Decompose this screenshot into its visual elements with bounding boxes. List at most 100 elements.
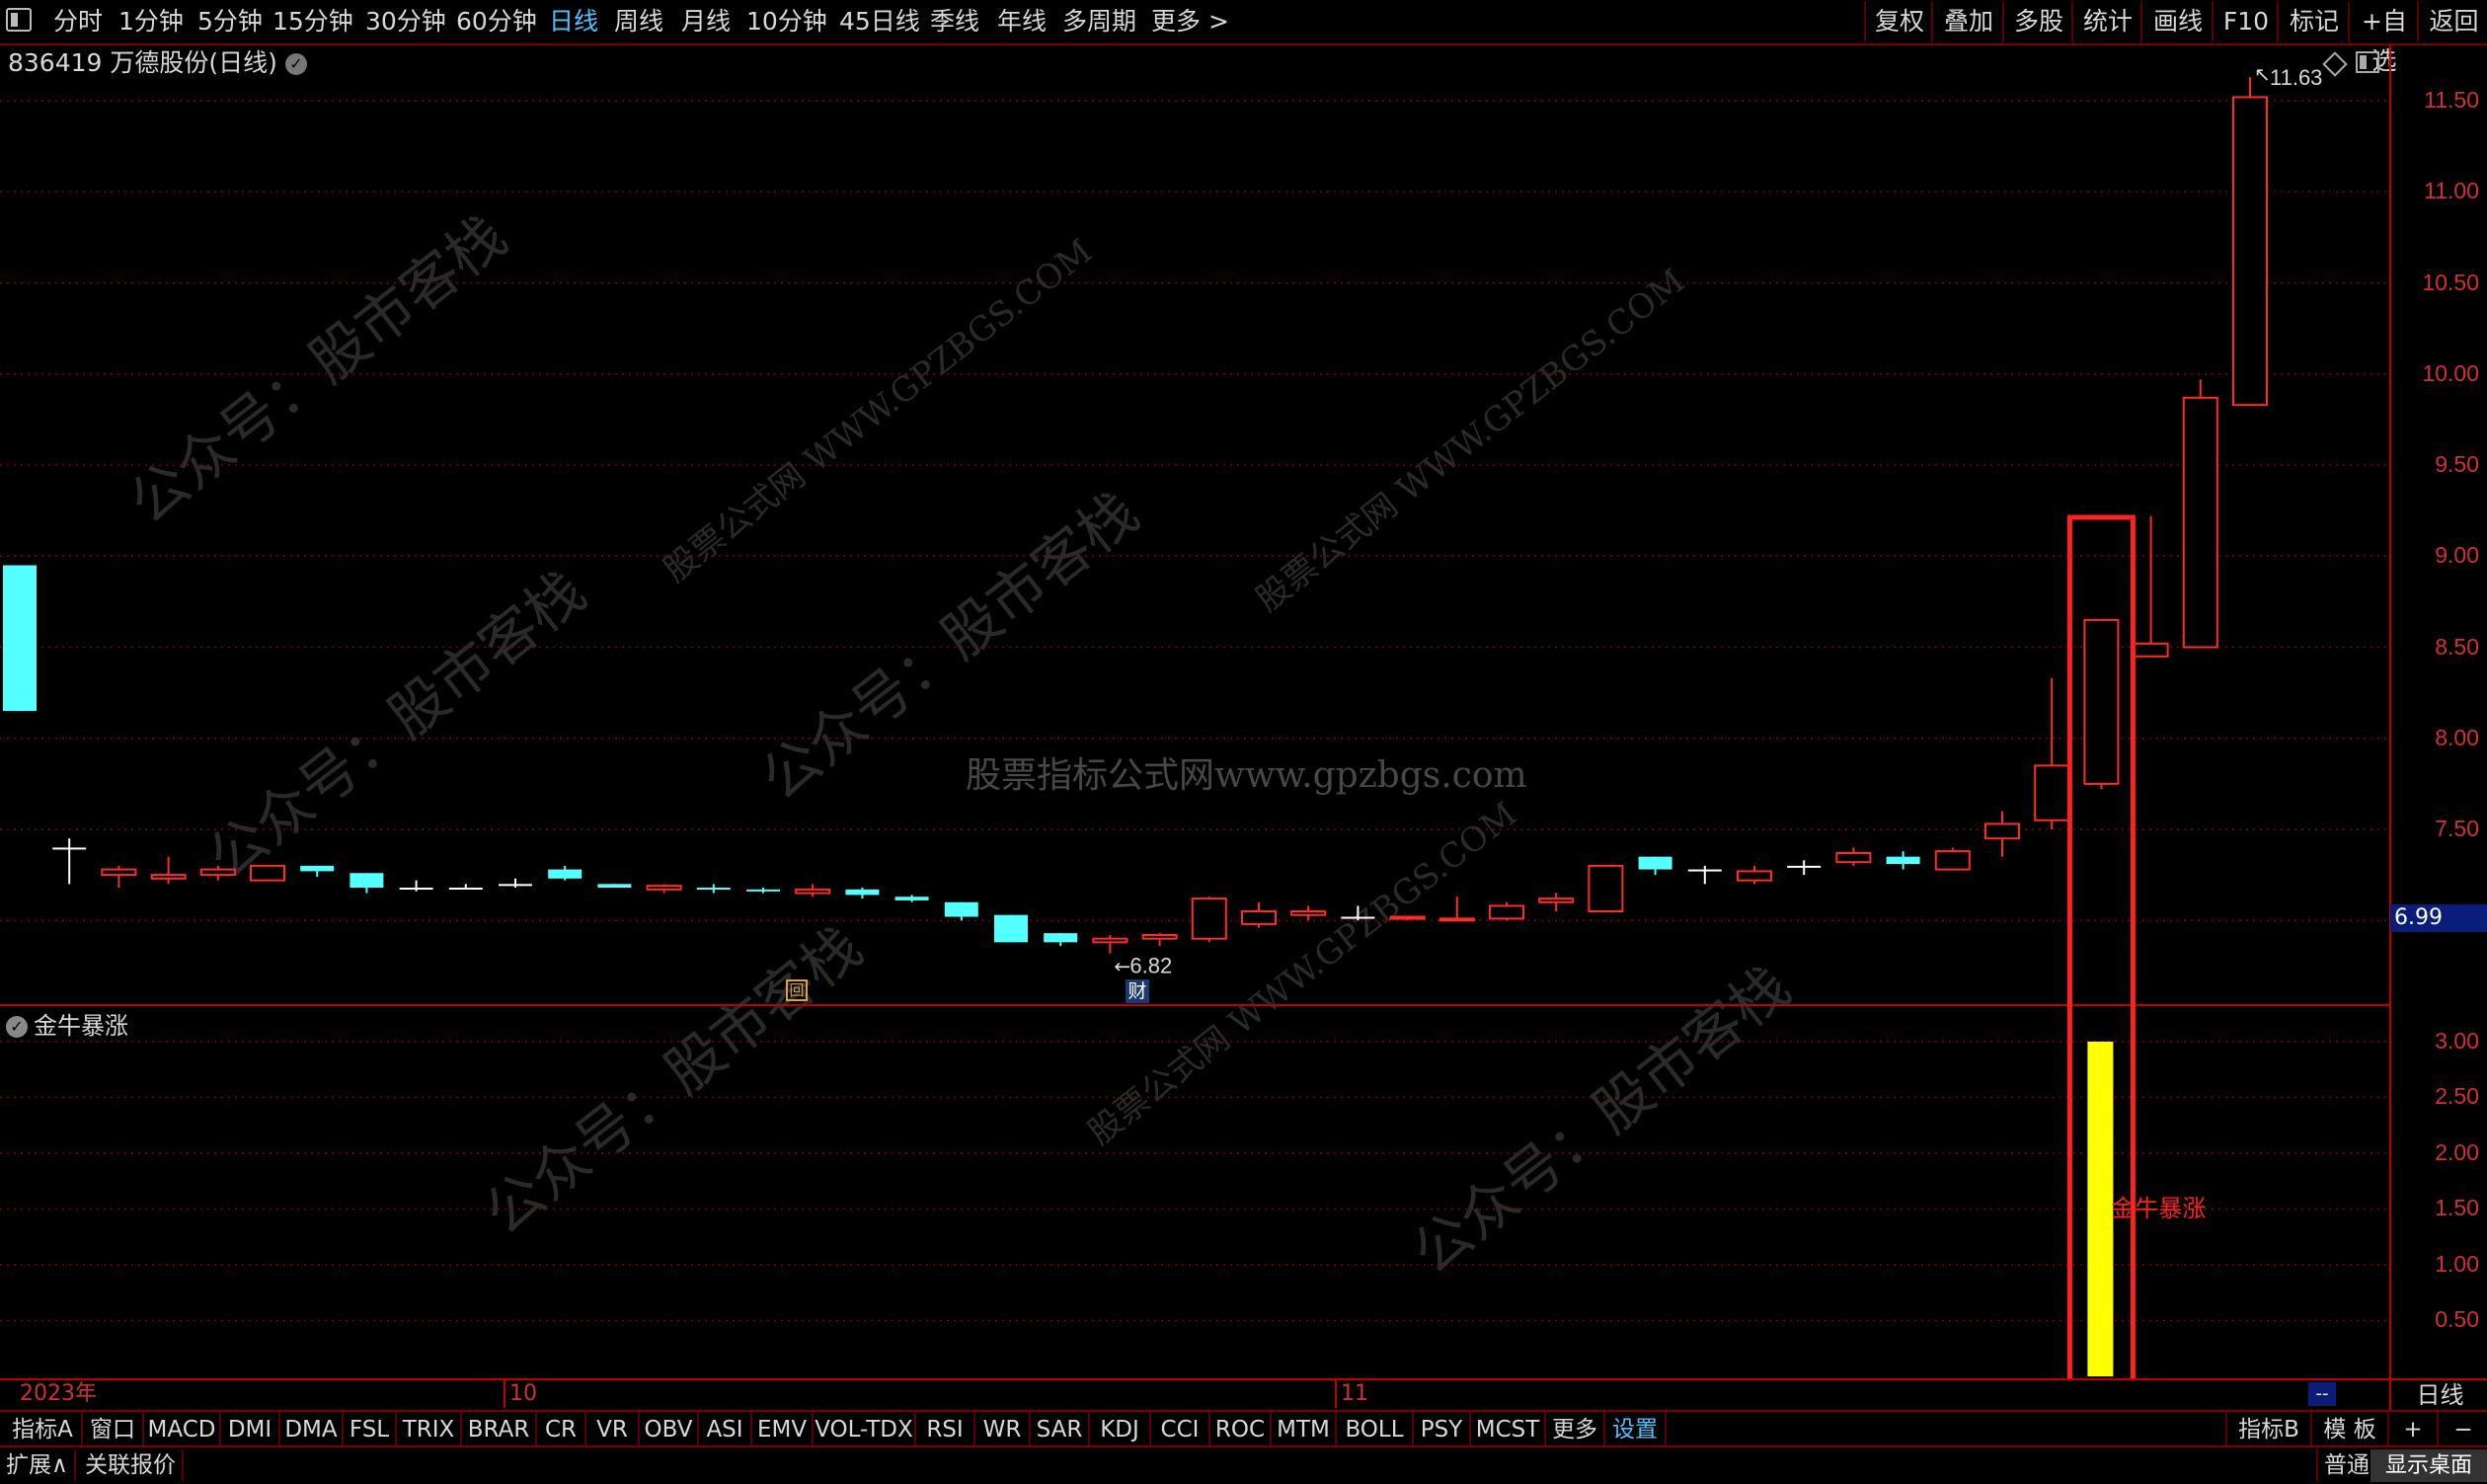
candle[interactable]: [101, 865, 137, 889]
indicator-tab-14[interactable]: RSI: [916, 1412, 975, 1447]
period-tab-12[interactable]: 年线: [997, 4, 1047, 39]
candle[interactable]: [795, 884, 831, 898]
indicator-tab-24[interactable]: 更多: [1546, 1412, 1605, 1447]
indicator-tab-right-1[interactable]: 模 板: [2310, 1412, 2389, 1447]
candle[interactable]: [1191, 897, 1227, 943]
indicator-tab-2[interactable]: MACD: [144, 1412, 221, 1447]
toolbar-button-5[interactable]: F10: [2212, 2, 2279, 41]
indicator-tab-right-3[interactable]: −: [2437, 1412, 2487, 1447]
candle[interactable]: [597, 884, 632, 889]
candle[interactable]: [1044, 933, 1078, 947]
indicator-tab-right-2[interactable]: +: [2387, 1412, 2439, 1447]
indicator-tab-8[interactable]: CR: [537, 1412, 586, 1447]
indicator-tab-11[interactable]: ASI: [699, 1412, 752, 1447]
candle[interactable]: [1588, 864, 1624, 912]
candle[interactable]: [944, 901, 978, 921]
indicator-tab-9[interactable]: VR: [586, 1412, 640, 1447]
indicator-tab-16[interactable]: SAR: [1031, 1412, 1090, 1447]
candle[interactable]: [2083, 618, 2120, 790]
indicator-tab-25[interactable]: 设置: [1605, 1412, 1667, 1447]
candle[interactable]: [1341, 905, 1375, 921]
candle[interactable]: [1538, 893, 1575, 911]
candle[interactable]: [1141, 933, 1178, 947]
period-tab-3[interactable]: 15分钟: [272, 4, 353, 39]
return-marker[interactable]: 回: [786, 979, 808, 1001]
candle[interactable]: [448, 884, 483, 891]
indicator-tab-21[interactable]: BOLL: [1337, 1412, 1414, 1447]
indicator-tab-20[interactable]: MTM: [1272, 1412, 1337, 1447]
toolbar-button-6[interactable]: 标记: [2277, 2, 2350, 41]
candle[interactable]: [1984, 811, 2020, 857]
candle[interactable]: [2133, 515, 2169, 658]
indicator-tab-right-0[interactable]: 指标B: [2225, 1412, 2312, 1447]
candle[interactable]: [1092, 934, 1128, 954]
candle[interactable]: [399, 880, 433, 892]
candle[interactable]: [646, 884, 682, 894]
kline-chart[interactable]: 11.63 6.82 金牛暴涨 ← ↖: [0, 45, 2389, 1378]
indicator-tab-7[interactable]: BRAR: [462, 1412, 537, 1447]
candle[interactable]: [300, 865, 335, 877]
candle[interactable]: [845, 888, 880, 899]
period-tab-5[interactable]: 60分钟: [456, 4, 537, 39]
candle[interactable]: [696, 884, 731, 894]
date-scroll-marker[interactable]: --: [2308, 1382, 2336, 1406]
period-tab-0[interactable]: 分时: [53, 4, 103, 39]
candle[interactable]: [1241, 901, 1277, 928]
toolbar-button-7[interactable]: +自选: [2348, 2, 2419, 75]
candle[interactable]: [1835, 847, 1872, 866]
period-tab-2[interactable]: 5分钟: [197, 4, 263, 39]
period-tab-6[interactable]: 日线: [549, 4, 598, 39]
candle[interactable]: [1886, 851, 1920, 870]
period-tab-11[interactable]: 季线: [930, 4, 979, 39]
indicator-tab-4[interactable]: DMA: [280, 1412, 344, 1447]
candle[interactable]: [2232, 77, 2268, 407]
candle[interactable]: [1489, 901, 1524, 921]
expand-button[interactable]: 扩展∧: [0, 1449, 76, 1481]
toolbar-button-1[interactable]: 叠加: [1931, 2, 2004, 41]
indicator-tab-12[interactable]: EMV: [752, 1412, 814, 1447]
period-tab-14[interactable]: 更多 >: [1151, 4, 1229, 39]
toolbar-button-0[interactable]: 复权: [1864, 2, 1933, 41]
indicator-tab-18[interactable]: CCI: [1151, 1412, 1210, 1447]
candle[interactable]: [894, 895, 929, 902]
indicator-tab-1[interactable]: 窗口: [83, 1412, 144, 1447]
related-quotes-button[interactable]: 关联报价: [79, 1449, 184, 1481]
indicator-dropdown-icon[interactable]: ✓: [6, 1016, 28, 1038]
candle[interactable]: [3, 565, 37, 712]
show-desktop-button[interactable]: 显示桌面: [2370, 1449, 2487, 1482]
candle[interactable]: [1389, 915, 1426, 921]
candle[interactable]: [499, 878, 532, 889]
candle[interactable]: [150, 856, 187, 885]
candle[interactable]: [746, 888, 780, 894]
candle[interactable]: [1638, 856, 1672, 876]
toolbar-button-2[interactable]: 多股: [2002, 2, 2073, 41]
indicator-tab-23[interactable]: MCST: [1471, 1412, 1546, 1447]
candle[interactable]: [2182, 379, 2218, 649]
period-tab-7[interactable]: 周线: [614, 4, 663, 39]
period-tab-4[interactable]: 30分钟: [365, 4, 446, 39]
normal-mode-button[interactable]: 普通: [2316, 1449, 2377, 1481]
period-tab-8[interactable]: 月线: [681, 4, 731, 39]
indicator-tab-0[interactable]: 指标A: [4, 1412, 83, 1447]
candle[interactable]: [1290, 905, 1327, 921]
candle[interactable]: [2034, 677, 2070, 829]
candle[interactable]: [994, 914, 1028, 943]
period-tab-13[interactable]: 多周期: [1062, 4, 1136, 39]
period-tab-1[interactable]: 1分钟: [118, 4, 184, 39]
finance-marker[interactable]: 财: [1126, 979, 1149, 1003]
indicator-tab-19[interactable]: ROC: [1210, 1412, 1272, 1447]
indicator-tab-17[interactable]: KDJ: [1090, 1412, 1151, 1447]
indicator-tab-10[interactable]: OBV: [640, 1412, 699, 1447]
indicator-tab-13[interactable]: VOL-TDX: [814, 1412, 916, 1447]
indicator-tab-5[interactable]: FSL: [344, 1412, 397, 1447]
toolbar-button-4[interactable]: 画线: [2140, 2, 2214, 41]
candle[interactable]: [1687, 865, 1722, 885]
candle[interactable]: [350, 873, 384, 894]
window-menu-icon[interactable]: [6, 8, 32, 32]
indicator-tab-3[interactable]: DMI: [221, 1412, 280, 1447]
toolbar-button-8[interactable]: 返回: [2417, 2, 2487, 41]
candle[interactable]: [199, 865, 236, 881]
indicator-tab-6[interactable]: TRIX: [397, 1412, 462, 1447]
candle[interactable]: [52, 838, 87, 885]
candle[interactable]: [250, 864, 285, 882]
